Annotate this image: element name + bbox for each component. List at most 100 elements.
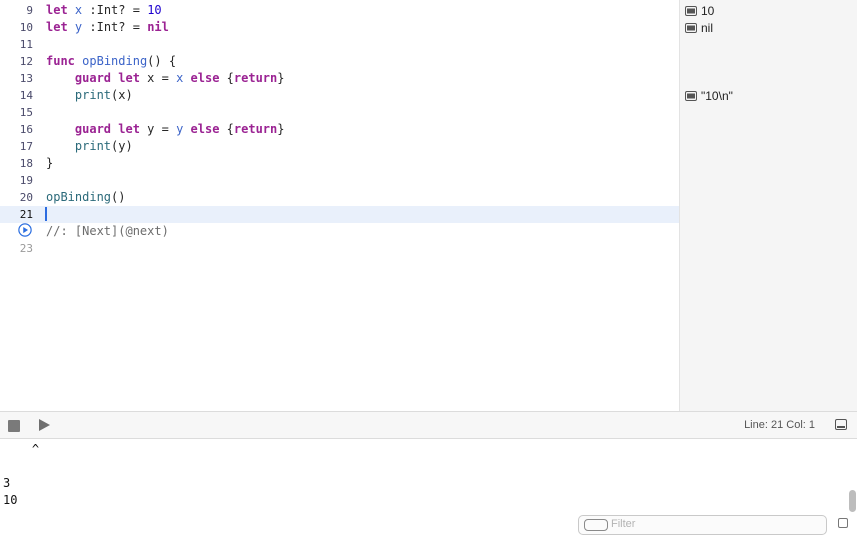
code-text: print(x) <box>46 87 133 104</box>
code-token: y = <box>139 122 177 136</box>
play-icon[interactable] <box>37 418 51 432</box>
panel-toggle-icon[interactable] <box>835 419 847 430</box>
line-number: 11 <box>19 38 33 51</box>
code-token: (y) <box>111 139 133 153</box>
console-output[interactable]: ^ 3 10 <box>0 439 857 524</box>
code-token: } <box>277 71 285 85</box>
line-number: 21 <box>19 208 33 221</box>
quicklook-icon[interactable] <box>685 22 697 33</box>
console-line: ^ <box>3 442 40 456</box>
code-token: print <box>74 139 112 153</box>
line-number: 18 <box>19 157 33 170</box>
code-token: else <box>190 71 220 85</box>
code-token: func <box>46 54 75 68</box>
code-line[interactable]: 12 func opBinding() { <box>0 53 679 70</box>
result-value[interactable]: "10\n" <box>685 87 733 104</box>
results-sidebar: 10 nil "10\n" <box>679 0 857 411</box>
code-text: let y :Int? = nil <box>46 19 169 36</box>
code-line[interactable]: 10 let y :Int? = nil <box>0 19 679 36</box>
code-text: opBinding() <box>46 189 125 206</box>
code-token: return <box>233 122 278 136</box>
quicklook-icon[interactable] <box>685 90 697 101</box>
code-token: () <box>111 190 126 204</box>
code-text: } <box>46 155 53 172</box>
line-number: 15 <box>19 106 33 119</box>
quicklook-icon[interactable] <box>685 5 697 16</box>
code-token: () { <box>147 54 177 68</box>
filter-icon <box>584 519 608 531</box>
code-token: 10 <box>147 3 162 17</box>
debug-bar: Line: 21 Col: 1 <box>0 411 857 439</box>
code-editor[interactable]: 9 let x :Int? = 10 10 let y :Int? = nil 11 12… <box>0 0 679 411</box>
result-text: 10 <box>701 3 715 18</box>
line-number: 10 <box>19 21 33 34</box>
stop-icon[interactable] <box>8 420 20 432</box>
code-line[interactable]: 15 <box>0 104 679 121</box>
code-line[interactable]: 16 guard let y = y else {return} <box>0 121 679 138</box>
code-token: :Int? = <box>82 20 148 34</box>
code-line[interactable]: 13 guard let x = x else {return} <box>0 70 679 87</box>
code-token: } <box>277 122 285 136</box>
line-number: 20 <box>19 191 33 204</box>
code-token: :Int? = <box>82 3 148 17</box>
code-text: guard let y = y else {return} <box>46 121 285 138</box>
code-token: guard <box>74 71 112 85</box>
line-col-indicator: Line: 21 Col: 1 <box>744 419 815 431</box>
code-text: func opBinding() { <box>46 53 176 70</box>
line-number: 14 <box>19 89 33 102</box>
console-line: 10 <box>3 493 18 507</box>
code-line[interactable]: 17 print(y) <box>0 138 679 155</box>
code-line[interactable]: 14 print(x) <box>0 87 679 104</box>
result-text: "10\n" <box>701 88 733 103</box>
code-token: else <box>190 122 220 136</box>
code-line[interactable]: //: [Next](@next) <box>0 223 679 240</box>
code-text: print(y) <box>46 138 133 155</box>
code-token: (x) <box>111 88 133 102</box>
code-token: guard <box>74 122 112 136</box>
play-circle-icon[interactable] <box>18 223 32 237</box>
console-scrollbar[interactable] <box>849 490 856 512</box>
code-token: let <box>118 71 140 85</box>
text-cursor <box>45 207 47 221</box>
current-line[interactable]: 21 <box>0 206 679 223</box>
line-number: 17 <box>19 140 33 153</box>
code-text: let x :Int? = 10 <box>46 2 162 19</box>
filter-placeholder: Filter <box>611 518 636 530</box>
code-token: return <box>233 71 278 85</box>
code-token: opBinding <box>82 54 148 68</box>
code-line[interactable]: 23 <box>0 240 679 257</box>
code-token: } <box>46 156 54 170</box>
code-line[interactable]: 11 <box>0 36 679 53</box>
code-line[interactable]: 19 <box>0 172 679 189</box>
code-token: let <box>46 3 68 17</box>
filter-field[interactable]: Filter <box>578 515 827 535</box>
code-line[interactable]: 20 opBinding() <box>0 189 679 206</box>
line-number: 9 <box>26 4 33 17</box>
code-text: //: [Next](@next) <box>46 223 169 240</box>
line-number: 12 <box>19 55 33 68</box>
code-token: print <box>74 88 112 102</box>
code-text: guard let x = x else {return} <box>46 70 285 87</box>
trash-icon[interactable] <box>838 518 848 528</box>
code-token: let <box>118 122 140 136</box>
code-line[interactable]: 18} <box>0 155 679 172</box>
result-value[interactable]: nil <box>685 19 713 36</box>
code-token: x = <box>139 71 177 85</box>
code-token: { <box>219 71 234 85</box>
line-number: 19 <box>19 174 33 187</box>
code-token: { <box>219 122 234 136</box>
code-token: opBinding <box>46 190 112 204</box>
line-number: 23 <box>19 242 33 255</box>
code-token: let <box>46 20 68 34</box>
result-text: nil <box>701 20 714 35</box>
result-value[interactable]: 10 <box>685 2 714 19</box>
code-line[interactable]: 9 let x :Int? = 10 <box>0 2 679 19</box>
